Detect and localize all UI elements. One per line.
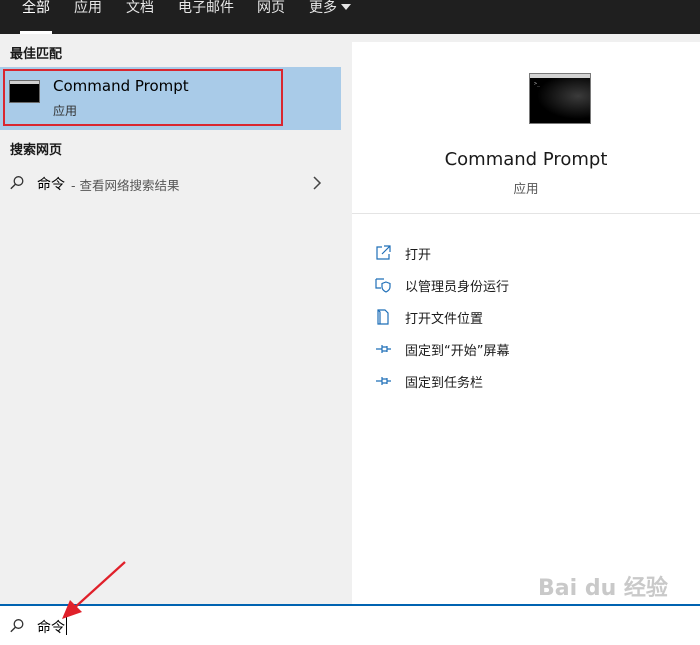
tab-more-label: 更多 bbox=[309, 0, 337, 16]
tab-apps[interactable]: 应用 bbox=[74, 0, 102, 34]
run-as-admin-action[interactable]: 以管理员身份运行 bbox=[374, 273, 674, 299]
open-file-location-action[interactable]: 打开文件位置 bbox=[374, 305, 674, 331]
tab-more[interactable]: 更多 bbox=[309, 0, 351, 34]
pin-to-taskbar-label: 固定到任务栏 bbox=[405, 376, 484, 391]
tab-documents[interactable]: 文档 bbox=[126, 0, 154, 34]
shield-icon bbox=[375, 278, 391, 293]
search-box[interactable]: 命令 bbox=[0, 604, 700, 645]
best-match-heading: 最佳匹配 bbox=[10, 47, 63, 62]
web-search-result[interactable]: 命令 - 查看网络搜索结果 bbox=[0, 168, 341, 198]
chevron-right-icon[interactable] bbox=[312, 175, 322, 191]
search-icon bbox=[10, 619, 24, 633]
cmd-icon: >_ bbox=[529, 73, 591, 124]
pin-icon bbox=[376, 345, 391, 353]
file-location-icon bbox=[377, 309, 389, 325]
search-input-value: 命令 bbox=[37, 620, 65, 636]
best-match-subtitle: 应用 bbox=[53, 104, 78, 118]
search-input[interactable]: 命令 bbox=[37, 617, 67, 637]
open-action[interactable]: 打开 bbox=[374, 241, 674, 267]
pin-to-start-action[interactable]: 固定到“开始”屏幕 bbox=[374, 337, 674, 363]
web-search-heading: 搜索网页 bbox=[10, 143, 63, 158]
web-search-query: 命令 bbox=[37, 177, 65, 193]
tab-web[interactable]: 网页 bbox=[257, 0, 285, 34]
preview-subtitle: 应用 bbox=[513, 181, 539, 196]
divider bbox=[352, 213, 700, 214]
open-icon bbox=[376, 245, 391, 260]
text-cursor bbox=[66, 617, 67, 635]
open-file-location-label: 打开文件位置 bbox=[405, 312, 484, 327]
search-category-tabs: 全部 应用 文档 电子邮件 网页 更多 bbox=[0, 0, 700, 34]
best-match-title: Command Prompt bbox=[53, 77, 189, 95]
pin-icon bbox=[376, 377, 391, 385]
open-label: 打开 bbox=[405, 248, 432, 263]
tab-all[interactable]: 全部 bbox=[20, 0, 52, 34]
tab-email[interactable]: 电子邮件 bbox=[178, 0, 234, 34]
best-match-result[interactable]: Command Prompt 应用 bbox=[0, 67, 341, 130]
pin-to-taskbar-action[interactable]: 固定到任务栏 bbox=[374, 369, 674, 395]
results-pane: 最佳匹配 Command Prompt 应用 搜索网页 命令 - 查看网络搜索结… bbox=[0, 34, 341, 604]
preview-title: Command Prompt bbox=[444, 149, 608, 170]
run-as-admin-label: 以管理员身份运行 bbox=[405, 280, 510, 295]
cmd-icon bbox=[9, 80, 40, 103]
search-icon bbox=[10, 176, 24, 190]
preview-pane: >_ Command Prompt 应用 打开 以管理员身份运行 打开文件位置 … bbox=[352, 42, 700, 604]
web-search-hint: - 查看网络搜索结果 bbox=[71, 178, 180, 193]
pin-to-start-label: 固定到“开始”屏幕 bbox=[405, 344, 510, 359]
chevron-down-icon bbox=[341, 4, 351, 10]
